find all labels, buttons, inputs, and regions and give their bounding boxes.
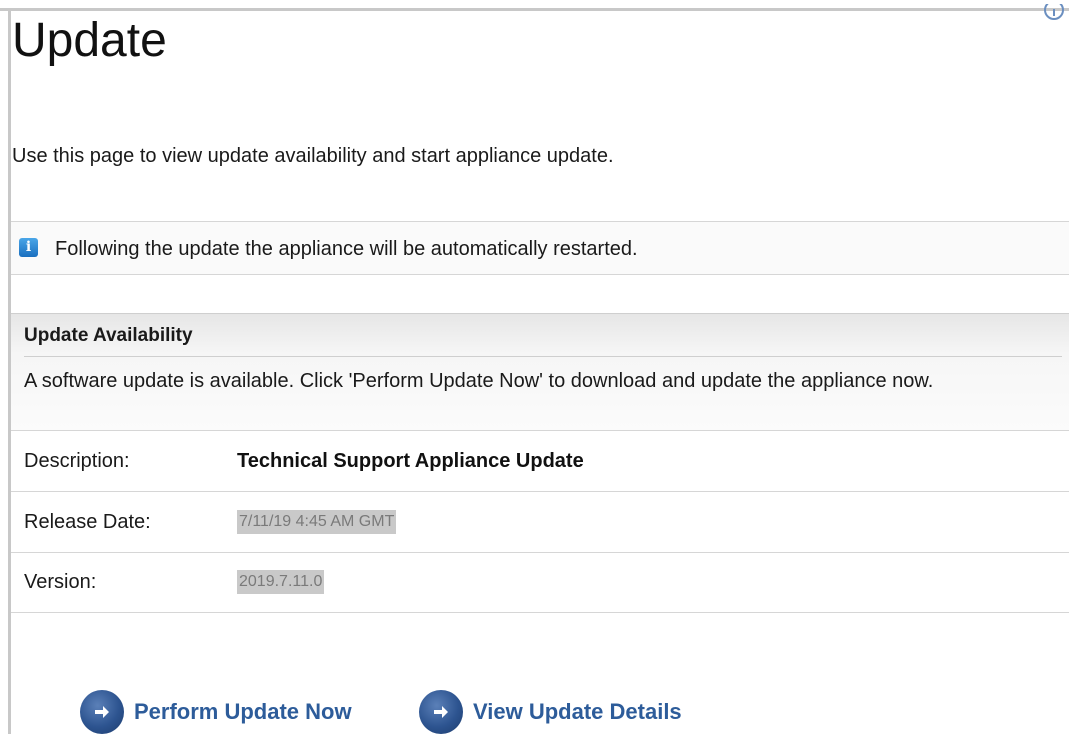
page-intro-text: Use this page to view update availabilit… (12, 145, 614, 167)
release-date-label: Release Date: (24, 511, 151, 533)
page-title: Update (12, 14, 167, 67)
detail-row-description: Description: Technical Support Appliance… (11, 431, 1069, 492)
detail-row-release-date: Release Date: 7/11/19 4:45 AM GMT (11, 492, 1069, 553)
version-label: Version: (24, 571, 97, 593)
view-update-details-button[interactable]: View Update Details (419, 690, 682, 734)
description-value: Technical Support Appliance Update (237, 450, 584, 472)
arrow-right-icon (419, 690, 463, 734)
view-update-details-label: View Update Details (473, 699, 682, 724)
frame-top-border (0, 8, 1069, 11)
perform-update-now-button[interactable]: Perform Update Now (80, 690, 352, 734)
release-date-value: 7/11/19 4:45 AM GMT (237, 510, 397, 534)
info-icon: i (19, 238, 38, 257)
description-label: Description: (24, 450, 130, 472)
update-availability-title: Update Availability (24, 325, 193, 346)
section-divider (24, 356, 1062, 357)
arrow-right-icon (80, 690, 124, 734)
help-icon[interactable] (1043, 4, 1065, 22)
perform-update-now-label: Perform Update Now (134, 699, 352, 724)
update-availability-description: A software update is available. Click 'P… (24, 370, 934, 392)
version-value: 2019.7.11.0 (237, 570, 325, 594)
detail-row-version: Version: 2019.7.11.0 (11, 552, 1069, 613)
restart-notice-text: Following the update the appliance will … (55, 238, 638, 260)
